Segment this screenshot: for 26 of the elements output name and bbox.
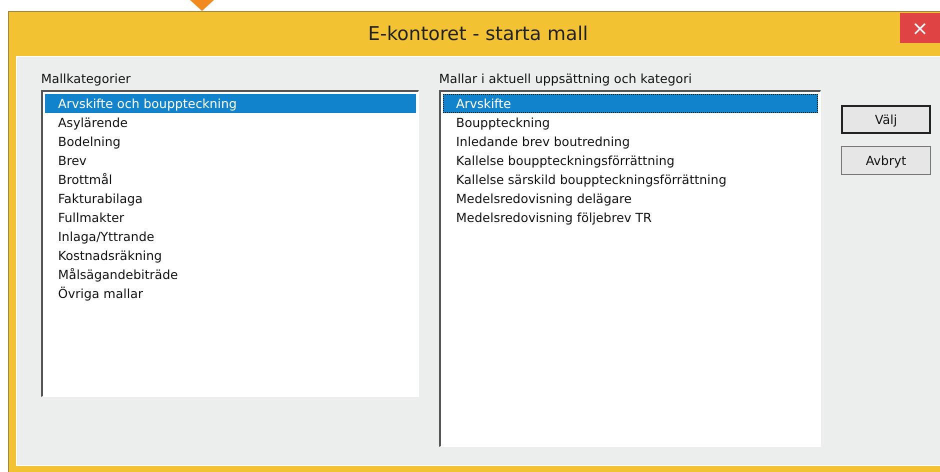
list-item[interactable]: Medelsredovisning följebrev TR [443, 208, 818, 227]
list-item[interactable]: Inledande brev boutredning [443, 132, 818, 151]
list-item[interactable]: Målsägandebiträde [45, 265, 416, 284]
list-item[interactable]: Kallelse bouppteckningsförrättning [443, 151, 818, 170]
list-box[interactable]: Arvskifte och bouppteckning Asylärende Bodelning Brev Brottmål Fakturabilaga Fullmakter Inlaga/Yttrande Kostnadsräkning Målsägandebiträde Övriga mallar [41, 90, 419, 397]
list-item[interactable]: Brottmål [45, 170, 416, 189]
list-box[interactable]: Arvskifte Bouppteckning Inledande brev boutredning Kallelse bouppteckningsförrättning Kallelse särskild bouppteckningsförrättning Medelsredovisning delägare Medelsredovisning följebrev TR [439, 90, 821, 447]
close-button[interactable]: × [900, 13, 940, 43]
list-item[interactable]: Kostnadsräkning [45, 246, 416, 265]
list-item[interactable]: Bodelning [45, 132, 416, 151]
list-item[interactable]: Fullmakter [45, 208, 416, 227]
list-item[interactable]: Inlaga/Yttrande [45, 227, 416, 246]
list-item[interactable]: Fakturabilaga [45, 189, 416, 208]
list-item[interactable]: Kallelse särskild bouppteckningsförrättning [443, 170, 818, 189]
list-item[interactable]: Arvskifte [443, 94, 818, 113]
list-item[interactable]: Asylärende [45, 113, 416, 132]
window-title: E-kontoret - starta mall [368, 23, 588, 45]
dialog-button[interactable]: Välj [841, 105, 931, 134]
list-item[interactable]: Brev [45, 151, 416, 170]
list-item[interactable]: Medelsredovisning delägare [443, 189, 818, 208]
list-item[interactable]: Arvskifte och bouppteckning [45, 94, 416, 113]
list-item[interactable]: Bouppteckning [443, 113, 818, 132]
dialog-button[interactable]: Avbryt [841, 146, 931, 175]
list-label: Mallkategorier [41, 71, 132, 86]
list-label: Mallar i aktuell uppsättning och kategori [439, 71, 693, 86]
list-item[interactable]: Övriga mallar [45, 284, 416, 303]
